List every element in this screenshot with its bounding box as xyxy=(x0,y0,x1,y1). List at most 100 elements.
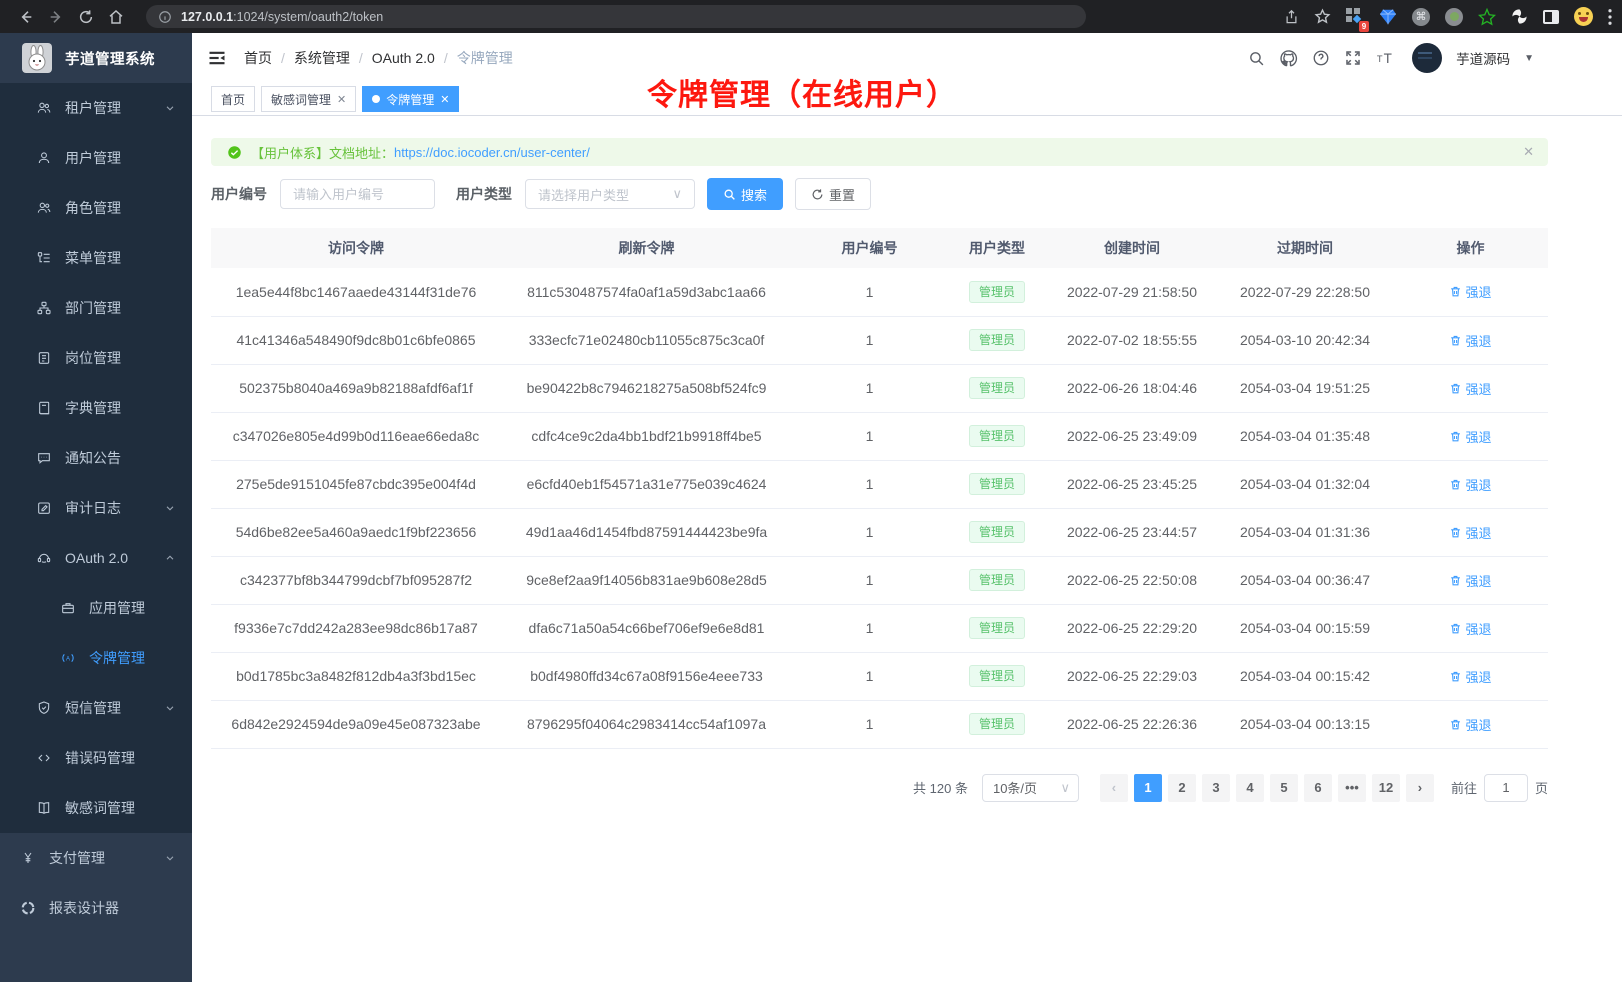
sidebar-item-报表设计器[interactable]: 报表设计器 xyxy=(0,883,192,933)
column-header: 操作 xyxy=(1393,228,1548,268)
sidebar-item-短信管理[interactable]: 短信管理 xyxy=(0,683,192,733)
force-logout-link[interactable]: 强退 xyxy=(1449,523,1491,542)
sidebar-item-租户管理[interactable]: 租户管理 xyxy=(0,83,192,133)
home-icon[interactable] xyxy=(108,9,124,25)
user-type-badge: 管理员 xyxy=(969,665,1025,687)
next-page-button[interactable]: › xyxy=(1406,774,1434,802)
user-type-badge: 管理员 xyxy=(969,473,1025,495)
sidebar-item-敏感词管理[interactable]: 敏感词管理 xyxy=(0,783,192,833)
page-button-2[interactable]: 2 xyxy=(1168,774,1196,802)
roles-icon xyxy=(36,200,52,216)
sidebar-item-OAuth 2.0[interactable]: OAuth 2.0 xyxy=(0,533,192,583)
total-count: 共 120 条 xyxy=(913,778,968,797)
breadcrumb-oauth[interactable]: OAuth 2.0 xyxy=(372,50,435,66)
force-logout-link[interactable]: 强退 xyxy=(1449,475,1491,494)
command-extension-icon[interactable]: ⌘ xyxy=(1412,8,1430,26)
chevron-down-icon xyxy=(164,702,176,714)
sidebar-item-应用管理[interactable]: 应用管理 xyxy=(0,583,192,633)
collapse-sidebar-icon[interactable] xyxy=(207,48,227,68)
tab-close-icon[interactable]: ✕ xyxy=(440,93,449,106)
sidebar-item-岗位管理[interactable]: 岗位管理 xyxy=(0,333,192,383)
back-icon[interactable] xyxy=(18,9,34,25)
tab-sensitive-words[interactable]: 敏感词管理✕ xyxy=(261,86,356,112)
action-cell: 强退 xyxy=(1393,652,1548,700)
action-cell: 强退 xyxy=(1393,268,1548,316)
refresh-token-cell: dfa6c71a50a54c66bef706ef9e6e8d81 xyxy=(501,604,792,652)
extension-grid-icon[interactable]: 9 xyxy=(1346,8,1364,26)
table-header-row: 访问令牌刷新令牌用户编号用户类型创建时间过期时间操作 xyxy=(211,228,1548,268)
force-logout-link[interactable]: 强退 xyxy=(1449,379,1491,398)
page-button-12[interactable]: 12 xyxy=(1372,774,1400,802)
force-logout-link[interactable]: 强退 xyxy=(1449,619,1491,638)
sidebar-item-支付管理[interactable]: 支付管理 xyxy=(0,833,192,883)
column-header: 创建时间 xyxy=(1047,228,1217,268)
fullscreen-icon[interactable] xyxy=(1344,49,1362,67)
side-panel-icon[interactable] xyxy=(1543,10,1559,24)
user-name[interactable]: 芋道源码 xyxy=(1456,48,1510,68)
github-icon[interactable] xyxy=(1279,49,1298,68)
tab-close-icon[interactable]: ✕ xyxy=(337,93,346,106)
breadcrumb-home[interactable]: 首页 xyxy=(244,48,272,68)
page-button-3[interactable]: 3 xyxy=(1202,774,1230,802)
user-type-cell: 管理员 xyxy=(947,316,1047,364)
user-caret-icon[interactable]: ▼ xyxy=(1524,53,1534,64)
search-button[interactable]: 搜索 xyxy=(707,178,783,210)
alert-close-icon[interactable]: ✕ xyxy=(1523,144,1534,160)
chrome-menu-icon[interactable] xyxy=(1608,9,1612,25)
force-logout-link[interactable]: 强退 xyxy=(1449,427,1491,446)
force-logout-link[interactable]: 强退 xyxy=(1449,667,1491,686)
sidebar-item-错误码管理[interactable]: 错误码管理 xyxy=(0,733,192,783)
bookmark-star-icon[interactable] xyxy=(1314,8,1331,25)
sidebar-item-label: OAuth 2.0 xyxy=(65,550,128,566)
force-logout-link[interactable]: 强退 xyxy=(1449,715,1491,734)
sidebar-item-部门管理[interactable]: 部门管理 xyxy=(0,283,192,333)
user-avatar[interactable] xyxy=(1412,43,1442,73)
emoji-extension-icon[interactable] xyxy=(1574,7,1593,26)
page-button-1[interactable]: 1 xyxy=(1134,774,1162,802)
tab-home[interactable]: 首页 xyxy=(211,86,255,112)
user-type-badge: 管理员 xyxy=(969,569,1025,591)
share-icon[interactable] xyxy=(1284,9,1299,25)
help-icon[interactable] xyxy=(1312,49,1330,67)
force-logout-link[interactable]: 强退 xyxy=(1449,331,1491,350)
search-icon[interactable] xyxy=(1248,50,1265,67)
sidebar-item-用户管理[interactable]: 用户管理 xyxy=(0,133,192,183)
gem-extension-icon[interactable] xyxy=(1379,9,1397,25)
sidebar-item-通知公告[interactable]: 通知公告 xyxy=(0,433,192,483)
table-row: 502375b8040a469a9b82188afdf6af1fbe90422b… xyxy=(211,364,1548,412)
user-type-select[interactable]: 请选择用户类型 ∨ xyxy=(525,179,695,209)
pinwheel-extension-icon[interactable] xyxy=(1511,8,1528,25)
force-logout-link[interactable]: 强退 xyxy=(1449,571,1491,590)
reset-button[interactable]: 重置 xyxy=(795,178,871,210)
page-button-5[interactable]: 5 xyxy=(1270,774,1298,802)
dot-extension-icon[interactable] xyxy=(1445,8,1463,26)
breadcrumb-system[interactable]: 系统管理 xyxy=(294,48,350,68)
expires-cell: 2054-03-04 00:15:42 xyxy=(1217,652,1393,700)
menu-tree-icon xyxy=(36,250,52,266)
sidebar-item-令牌管理[interactable]: A令牌管理 xyxy=(0,633,192,683)
sidebar-item-审计日志[interactable]: 审计日志 xyxy=(0,483,192,533)
expires-cell: 2022-07-29 22:28:50 xyxy=(1217,268,1393,316)
font-size-icon[interactable]: TT xyxy=(1376,49,1398,67)
force-logout-link[interactable]: 强退 xyxy=(1449,282,1491,301)
page-button-4[interactable]: 4 xyxy=(1236,774,1264,802)
alert-doc-link[interactable]: https://doc.iocoder.cn/user-center/ xyxy=(394,145,590,160)
sidebar-item-菜单管理[interactable]: 菜单管理 xyxy=(0,233,192,283)
page-button-6[interactable]: 6 xyxy=(1304,774,1332,802)
page-size-select[interactable]: 10条/页 ∨ xyxy=(982,774,1079,802)
page-info-icon[interactable] xyxy=(158,10,172,24)
tab-token-management[interactable]: 令牌管理✕ xyxy=(362,86,459,112)
star-extension-icon[interactable] xyxy=(1478,8,1496,26)
user-id-input[interactable] xyxy=(280,179,435,209)
more-pages-button[interactable]: ••• xyxy=(1338,774,1366,802)
goto-page-input[interactable] xyxy=(1484,774,1528,802)
token-table: 访问令牌刷新令牌用户编号用户类型创建时间过期时间操作 1ea5e44f8bc14… xyxy=(211,228,1548,749)
reload-icon[interactable] xyxy=(78,9,94,25)
forward-icon[interactable] xyxy=(48,9,64,25)
sidebar-item-字典管理[interactable]: 字典管理 xyxy=(0,383,192,433)
table-row: 54d6be82ee5a460a9aedc1f9bf22365649d1aa46… xyxy=(211,508,1548,556)
prev-page-button[interactable]: ‹ xyxy=(1100,774,1128,802)
address-bar[interactable]: 127.0.0.1:1024/system/oauth2/token xyxy=(146,5,1086,28)
sidebar-item-角色管理[interactable]: 角色管理 xyxy=(0,183,192,233)
user-id-label: 用户编号 xyxy=(211,184,267,204)
